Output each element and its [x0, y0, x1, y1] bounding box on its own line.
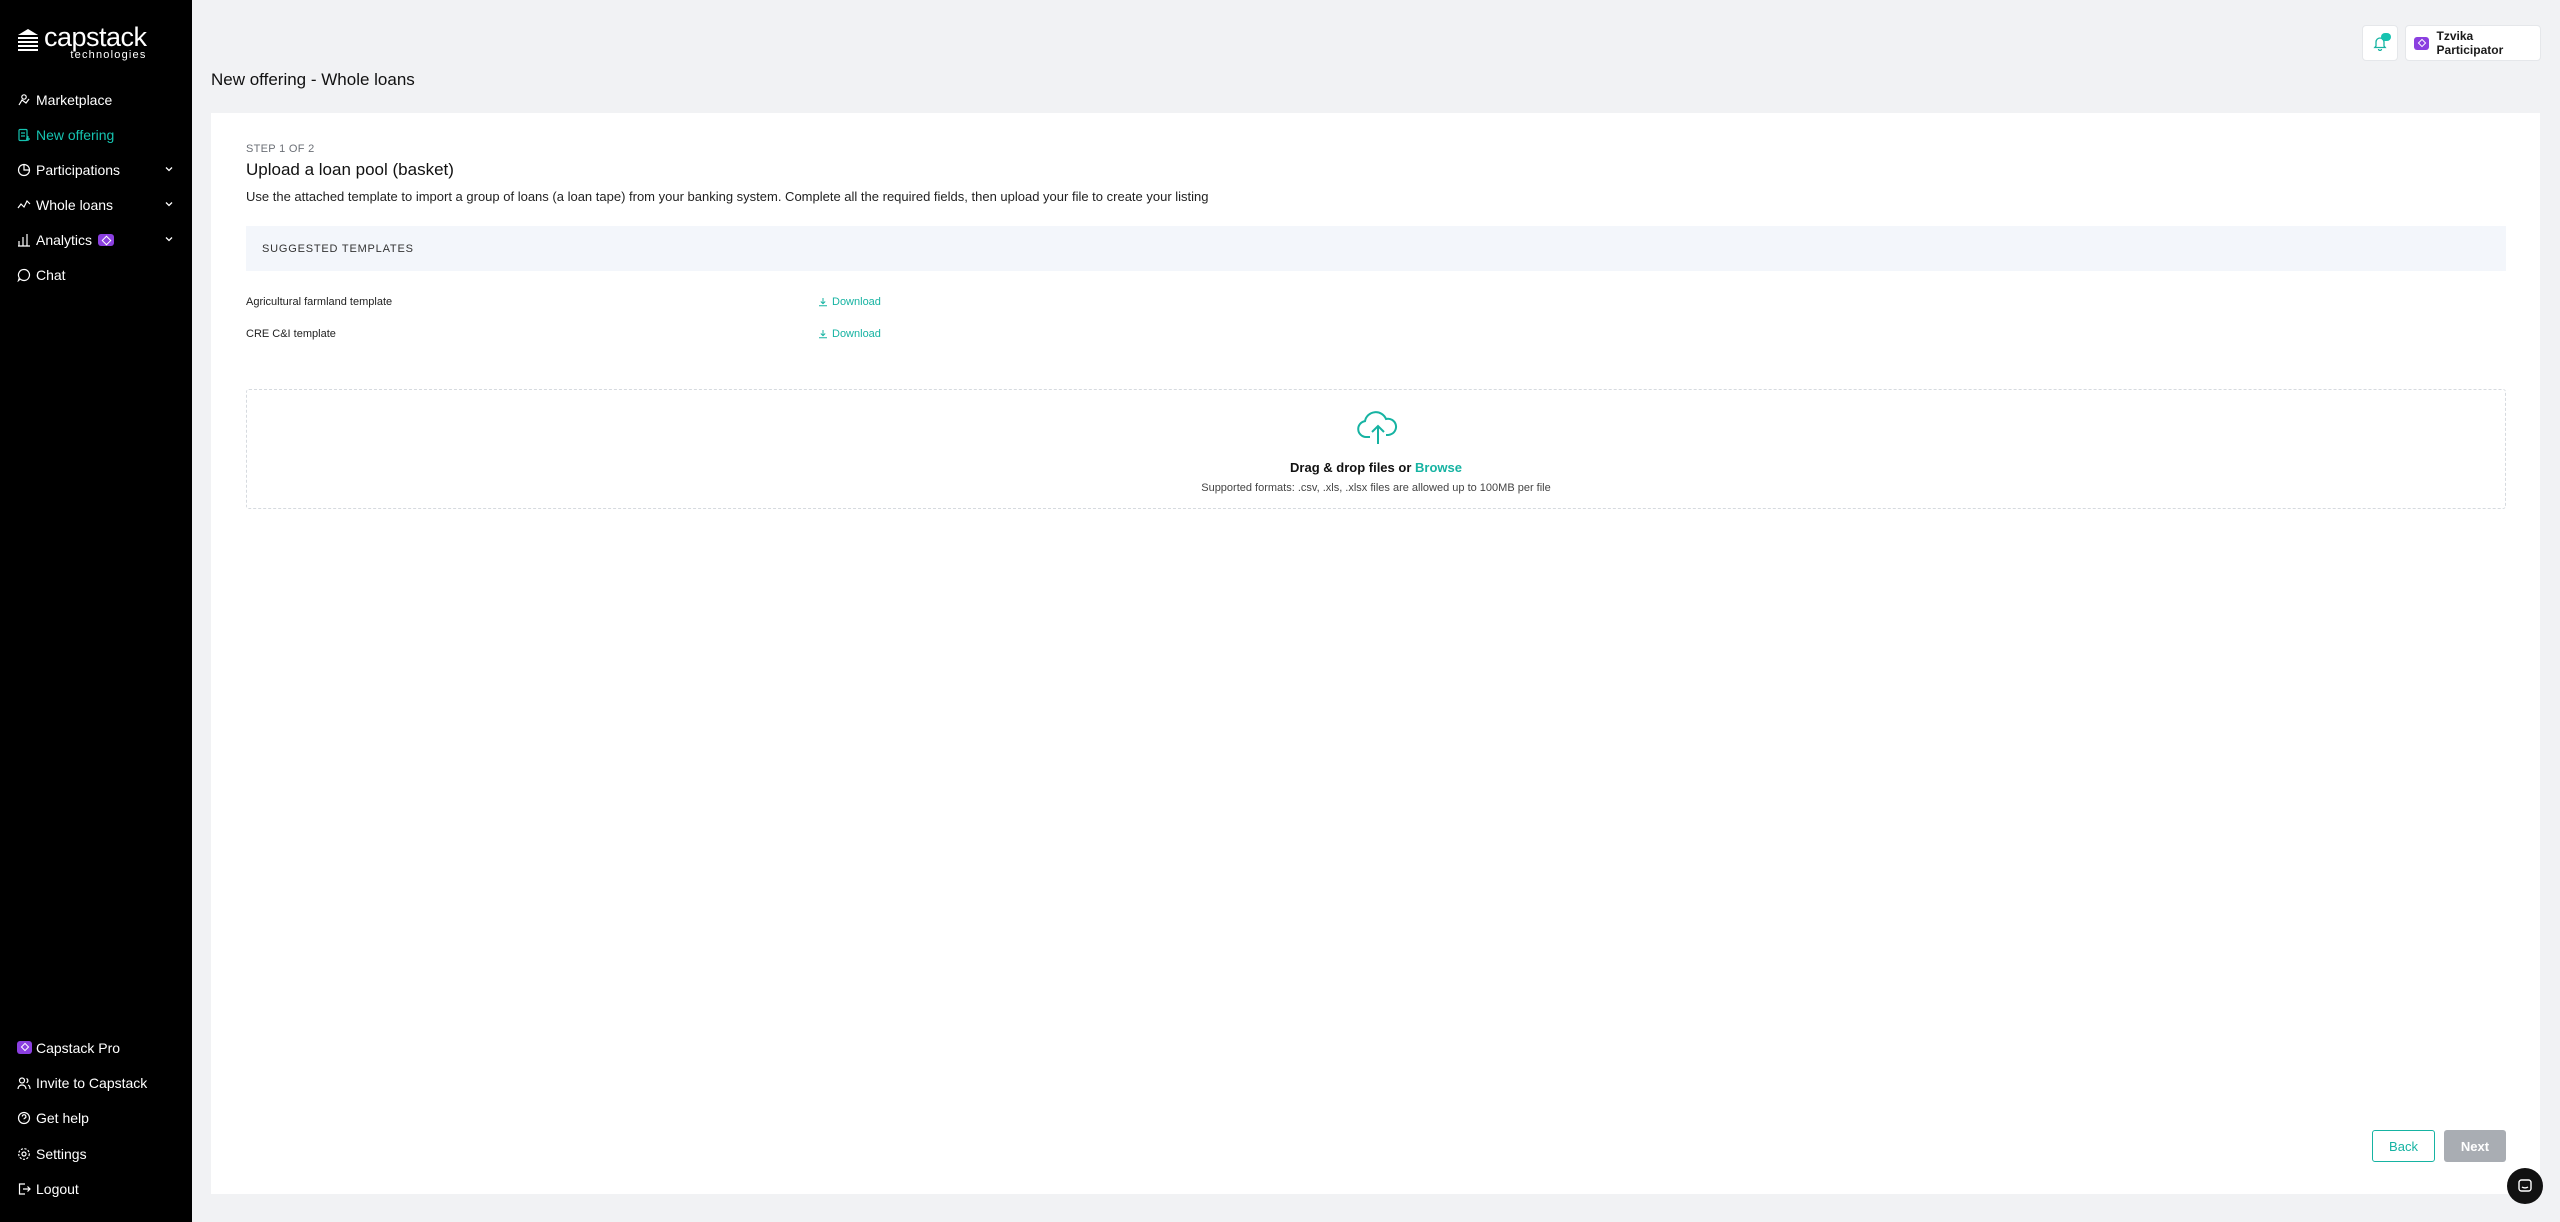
sidebar-item-label: Invite to Capstack	[36, 1074, 148, 1091]
section-heading: Upload a loan pool (basket)	[246, 160, 454, 179]
browse-link[interactable]: Browse	[1415, 460, 1462, 475]
sidebar-item-participations[interactable]: Participations	[0, 152, 192, 187]
dropzone-title-text: Drag & drop files or	[1290, 460, 1415, 475]
handshake-icon	[17, 93, 31, 107]
sidebar-nav: Marketplace New offering Participations …	[0, 82, 192, 292]
logo-name: capstack	[44, 22, 147, 52]
gear-icon	[17, 1147, 31, 1161]
sidebar-item-label: Whole loans	[36, 196, 114, 213]
sidebar-item-label: Chat	[36, 266, 66, 283]
template-row: Agricultural farmland template Download	[246, 293, 2506, 313]
sidebar-item-analytics[interactable]: Analytics	[0, 222, 192, 257]
sidebar-item-settings[interactable]: Settings	[0, 1136, 192, 1171]
notification-badge	[2381, 33, 2391, 41]
sidebar-bottom-nav: Capstack Pro Invite to Capstack Get help…	[0, 1030, 192, 1206]
user-menu-button[interactable]: Tzvika Participator	[2405, 25, 2541, 61]
download-link[interactable]: Download	[818, 296, 881, 308]
sidebar-item-label: Get help	[36, 1110, 89, 1127]
download-label: Download	[832, 296, 881, 308]
chat-icon	[17, 268, 31, 282]
download-label: Download	[832, 328, 881, 340]
template-name: Agricultural farmland template	[246, 296, 393, 308]
pro-icon	[17, 1041, 32, 1055]
chevron-down-icon[interactable]	[163, 233, 175, 245]
section-description: Use the attached template to import a gr…	[246, 189, 1209, 204]
chevron-down-icon[interactable]	[163, 163, 175, 175]
upload-card: STEP 1 OF 2 Upload a loan pool (basket) …	[211, 113, 2540, 1194]
page-title: New offering - Whole loans	[211, 70, 415, 89]
dropzone-subtitle: Supported formats: .csv, .xls, .xlsx fil…	[1201, 482, 1551, 494]
help-icon	[17, 1111, 31, 1125]
sidebar: capstack technologies Marketplace New of…	[0, 0, 192, 1222]
logo-icon	[18, 29, 38, 51]
sidebar-item-label: Participations	[36, 161, 121, 178]
capstack-logo[interactable]: capstack technologies	[16, 24, 147, 61]
chat-bubble-icon	[2518, 1179, 2532, 1192]
user-name: Tzvika Participator	[2436, 29, 2504, 57]
next-button[interactable]: Next	[2444, 1130, 2506, 1162]
sidebar-item-chat[interactable]: Chat	[0, 257, 192, 292]
document-icon	[17, 128, 31, 142]
sidebar-item-label: Marketplace	[36, 91, 113, 108]
download-icon	[819, 330, 827, 339]
bar-chart-icon	[17, 233, 31, 247]
back-button[interactable]: Back	[2372, 1130, 2435, 1162]
sidebar-item-capstack-pro[interactable]: Capstack Pro	[0, 1030, 192, 1065]
users-icon	[17, 1076, 31, 1090]
pie-icon	[17, 163, 31, 177]
sidebar-item-label: Settings	[36, 1145, 87, 1162]
logout-icon	[17, 1182, 31, 1196]
pro-badge	[98, 233, 115, 246]
sidebar-item-get-help[interactable]: Get help	[0, 1101, 192, 1136]
dropzone-title: Drag & drop files or Browse	[247, 460, 2505, 475]
sidebar-item-whole-loans[interactable]: Whole loans	[0, 187, 192, 222]
sidebar-item-label: New offering	[36, 126, 115, 143]
download-link[interactable]: Download	[818, 328, 881, 340]
sidebar-item-logout[interactable]: Logout	[0, 1171, 192, 1206]
sidebar-item-label: Capstack Pro	[36, 1039, 121, 1056]
chat-launcher-button[interactable]	[2507, 1168, 2543, 1204]
file-dropzone[interactable]: Drag & drop files or Browse Supported fo…	[246, 389, 2506, 509]
sidebar-item-marketplace[interactable]: Marketplace	[0, 82, 192, 117]
step-indicator: STEP 1 OF 2	[246, 143, 315, 155]
template-name: CRE C&I template	[246, 328, 336, 340]
trend-icon	[17, 198, 31, 212]
chevron-down-icon[interactable]	[163, 198, 175, 210]
sidebar-item-label: Analytics	[36, 231, 93, 248]
templates-header: SUGGESTED TEMPLATES	[246, 226, 2506, 271]
download-icon	[819, 298, 827, 307]
cloud-upload-icon	[1357, 411, 1398, 444]
sidebar-item-label: Logout	[36, 1180, 79, 1197]
pro-icon	[2414, 36, 2429, 50]
sidebar-item-new-offering[interactable]: New offering	[0, 117, 192, 152]
notifications-button[interactable]	[2362, 25, 2398, 61]
template-row: CRE C&I template Download	[246, 325, 2506, 345]
sidebar-item-invite[interactable]: Invite to Capstack	[0, 1065, 192, 1100]
